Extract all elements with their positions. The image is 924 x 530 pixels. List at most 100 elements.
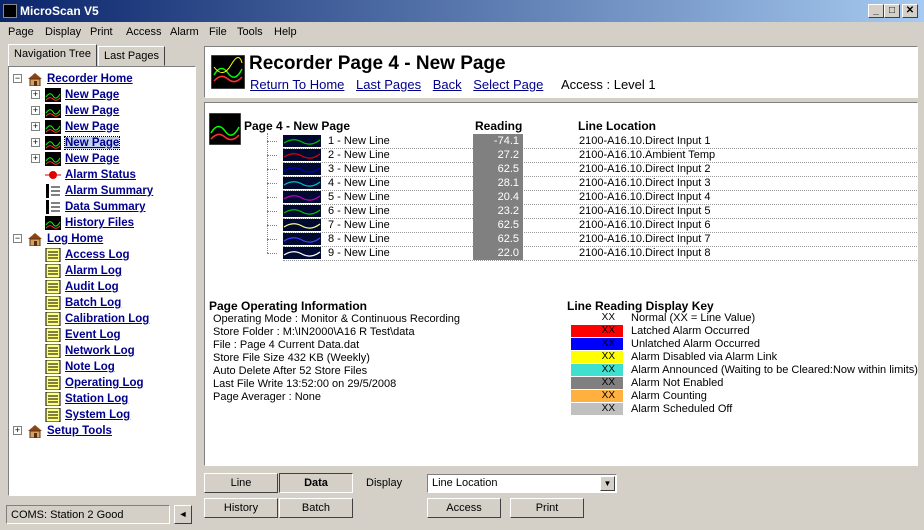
key-title: Line Reading Display Key bbox=[567, 299, 714, 313]
line-color-swatch bbox=[283, 233, 321, 245]
expand-toggle[interactable]: + bbox=[31, 106, 40, 115]
chevron-down-icon[interactable]: ▼ bbox=[600, 476, 615, 491]
tree-item[interactable]: Access Log bbox=[45, 247, 130, 263]
tree-item[interactable]: Log Home bbox=[27, 231, 103, 247]
display-select[interactable]: Line Location ▼ bbox=[427, 474, 617, 493]
page-header: Recorder Page 4 - New Page Return To Hom… bbox=[204, 46, 918, 98]
maximize-button[interactable]: □ bbox=[884, 4, 900, 18]
expand-toggle[interactable]: + bbox=[31, 122, 40, 131]
expand-toggle[interactable]: + bbox=[13, 426, 22, 435]
line-name[interactable]: 6 - New Line bbox=[328, 204, 390, 218]
tree-item[interactable]: Event Log bbox=[45, 327, 121, 343]
line-name[interactable]: 1 - New Line bbox=[328, 134, 390, 148]
tree-line bbox=[267, 225, 277, 226]
tree-item[interactable]: Recorder Home bbox=[27, 71, 133, 87]
tree-item[interactable]: Note Log bbox=[45, 359, 115, 375]
tree-item[interactable]: System Log bbox=[45, 407, 130, 423]
line-location: 2100-A16.10.Direct Input 6 bbox=[579, 219, 711, 231]
key-row: XX Alarm Disabled via Alarm Link bbox=[571, 351, 911, 364]
line-button[interactable]: Line bbox=[204, 473, 278, 493]
tree-item[interactable]: New Page bbox=[45, 151, 119, 167]
info-line: Last File Write 13:52:00 on 29/5/2008 bbox=[213, 378, 397, 390]
scroll-left-button[interactable]: ◄ bbox=[174, 505, 192, 524]
tree-item[interactable]: New Page bbox=[45, 103, 119, 119]
tree-item-label: Station Log bbox=[65, 393, 129, 405]
log-icon bbox=[45, 248, 65, 263]
key-swatch: XX bbox=[571, 312, 623, 324]
line-location: 2100-A16.10.Direct Input 4 bbox=[579, 191, 711, 203]
back-link[interactable]: Back bbox=[433, 77, 462, 92]
expand-toggle[interactable]: + bbox=[31, 154, 40, 163]
key-label: Alarm Not Enabled bbox=[631, 377, 724, 389]
expand-toggle[interactable]: + bbox=[31, 90, 40, 99]
tree-item[interactable]: New Page bbox=[45, 135, 121, 151]
menu-alarm[interactable]: Alarm bbox=[170, 26, 199, 38]
tree-item[interactable]: Network Log bbox=[45, 343, 135, 359]
menu-access[interactable]: Access bbox=[126, 26, 161, 38]
print-button[interactable]: Print bbox=[510, 498, 584, 518]
line-reading: 62.5 bbox=[473, 162, 523, 176]
return-home-link[interactable]: Return To Home bbox=[250, 77, 344, 92]
tree-item[interactable]: Data Summary bbox=[45, 199, 146, 215]
line-location: 2100-A16.10.Direct Input 5 bbox=[579, 205, 711, 217]
tab-last-pages[interactable]: Last Pages bbox=[98, 46, 166, 66]
tree-item[interactable]: Alarm Summary bbox=[45, 183, 153, 199]
menu-help[interactable]: Help bbox=[274, 26, 297, 38]
expand-toggle[interactable]: + bbox=[31, 138, 40, 147]
tree-item-label: System Log bbox=[65, 409, 131, 421]
tree-item[interactable]: Calibration Log bbox=[45, 311, 149, 327]
line-name[interactable]: 7 - New Line bbox=[328, 218, 390, 232]
minimize-button[interactable]: _ bbox=[868, 4, 884, 18]
key-swatch: XX bbox=[571, 338, 623, 350]
line-name[interactable]: 8 - New Line bbox=[328, 232, 390, 246]
key-swatch: XX bbox=[571, 351, 623, 363]
line-name[interactable]: 4 - New Line bbox=[328, 176, 390, 190]
line-name[interactable]: 2 - New Line bbox=[328, 148, 390, 162]
expand-toggle[interactable]: − bbox=[13, 74, 22, 83]
line-location: 2100-A16.10.Direct Input 1 bbox=[579, 135, 711, 147]
app-icon bbox=[3, 4, 17, 18]
tree-item-label: Alarm Status bbox=[65, 169, 136, 181]
tree-item[interactable]: Alarm Log bbox=[45, 263, 122, 279]
tree-item[interactable]: Setup Tools bbox=[27, 423, 112, 439]
menu-page[interactable]: Page bbox=[8, 26, 34, 38]
tree-item[interactable]: New Page bbox=[45, 87, 119, 103]
tree-item[interactable]: Station Log bbox=[45, 391, 128, 407]
access-button[interactable]: Access bbox=[427, 498, 501, 518]
expand-toggle[interactable]: − bbox=[13, 234, 22, 243]
select-page-link[interactable]: Select Page bbox=[473, 77, 543, 92]
tree-line bbox=[267, 183, 277, 184]
key-label: Alarm Scheduled Off bbox=[631, 403, 733, 415]
nav-tabs: Navigation Tree Last Pages bbox=[6, 44, 198, 66]
menu-display[interactable]: Display bbox=[45, 26, 81, 38]
tree-item[interactable]: Audit Log bbox=[45, 279, 119, 295]
menu-file[interactable]: File bbox=[209, 26, 227, 38]
tab-navigation-tree[interactable]: Navigation Tree bbox=[8, 44, 98, 66]
line-color-swatch bbox=[283, 149, 321, 161]
window-title: MicroScan V5 bbox=[20, 4, 99, 18]
line-color-swatch bbox=[283, 205, 321, 217]
tree-item[interactable]: History Files bbox=[45, 215, 134, 231]
info-line: Operating Mode : Monitor & Continuous Re… bbox=[213, 313, 461, 325]
menu-tools[interactable]: Tools bbox=[237, 26, 263, 38]
log-icon bbox=[45, 408, 65, 423]
tree-item[interactable]: Alarm Status bbox=[45, 167, 136, 183]
key-swatch: XX bbox=[571, 364, 623, 376]
batch-button[interactable]: Batch bbox=[279, 498, 353, 518]
line-name[interactable]: 9 - New Line bbox=[328, 246, 390, 260]
tree-item[interactable]: Operating Log bbox=[45, 375, 144, 391]
close-button[interactable]: ✕ bbox=[902, 4, 918, 18]
tree-item[interactable]: New Page bbox=[45, 119, 119, 135]
last-pages-link[interactable]: Last Pages bbox=[356, 77, 421, 92]
alarm-status-icon bbox=[45, 169, 65, 181]
line-name[interactable]: 5 - New Line bbox=[328, 190, 390, 204]
line-reading: 27.2 bbox=[473, 148, 523, 162]
navigation-tree: − Recorder Home + New Page + New Page + New Pag… bbox=[8, 66, 196, 496]
line-name[interactable]: 3 - New Line bbox=[328, 162, 390, 176]
tree-item[interactable]: Batch Log bbox=[45, 295, 121, 311]
data-button[interactable]: Data bbox=[279, 473, 353, 493]
tree-item-label: Calibration Log bbox=[65, 313, 150, 325]
history-button[interactable]: History bbox=[204, 498, 278, 518]
menu-print[interactable]: Print bbox=[90, 26, 113, 38]
key-row: XX Latched Alarm Occurred bbox=[571, 325, 911, 338]
